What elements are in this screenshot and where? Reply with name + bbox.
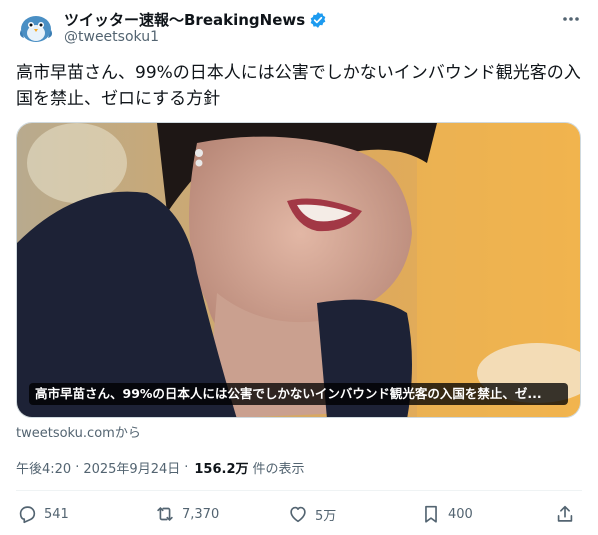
meta-separator-2: ·	[184, 460, 189, 475]
reply-button[interactable]: 541	[16, 503, 69, 525]
author-name-row: ツイッター速報〜BreakingNews	[64, 9, 327, 30]
more-options-icon[interactable]	[560, 10, 582, 28]
heart-icon	[290, 506, 306, 523]
share-icon	[557, 505, 573, 522]
meta-separator: ·	[75, 460, 80, 475]
reply-icon	[19, 506, 36, 524]
tweet-time[interactable]: 午後4:20	[16, 458, 71, 477]
action-bar: 541 7,370 5万 400	[16, 503, 582, 527]
author-handle[interactable]: @tweetsoku1	[64, 29, 159, 45]
bookmark-count: 400	[448, 506, 473, 522]
like-count: 5万	[315, 508, 337, 524]
retweet-button[interactable]: 7,370	[154, 503, 219, 525]
tweet-header: ツイッター速報〜BreakingNews @tweetsoku1	[16, 6, 582, 48]
view-count: 156.2万	[194, 462, 249, 477]
author-display-name[interactable]: ツイッター速報〜BreakingNews	[64, 9, 305, 30]
tweet-meta: 午後4:20 · 2025年9月24日 · 156.2万 件の表示	[16, 458, 305, 477]
like-button[interactable]: 5万	[287, 503, 336, 525]
bookmark-icon	[425, 505, 437, 523]
source-link[interactable]: tweetsoku.comから	[16, 422, 141, 441]
bird-mascot-icon	[16, 6, 56, 46]
retweet-icon	[157, 507, 173, 521]
media-caption: 高市早苗さん、99%の日本人には公害でしかないインバウンド観光客の入国を禁止、ゼ…	[29, 383, 568, 405]
share-button[interactable]	[554, 503, 576, 525]
media-photo	[17, 123, 580, 417]
view-count-label: 件の表示	[252, 462, 305, 477]
avatar[interactable]	[16, 6, 56, 46]
tweet-media[interactable]: 高市早苗さん、99%の日本人には公害でしかないインバウンド観光客の入国を禁止、ゼ…	[16, 122, 581, 418]
reply-count: 541	[44, 506, 69, 522]
bookmark-button[interactable]: 400	[420, 503, 473, 525]
tweet-date[interactable]: 2025年9月24日	[83, 458, 180, 477]
verified-badge-icon[interactable]	[309, 11, 327, 29]
tweet-text: 高市早苗さん、99%の日本人には公害でしかないインバウンド観光客の入国を禁止、ゼ…	[16, 63, 581, 109]
retweet-count: 7,370	[182, 506, 220, 522]
divider	[16, 490, 582, 491]
